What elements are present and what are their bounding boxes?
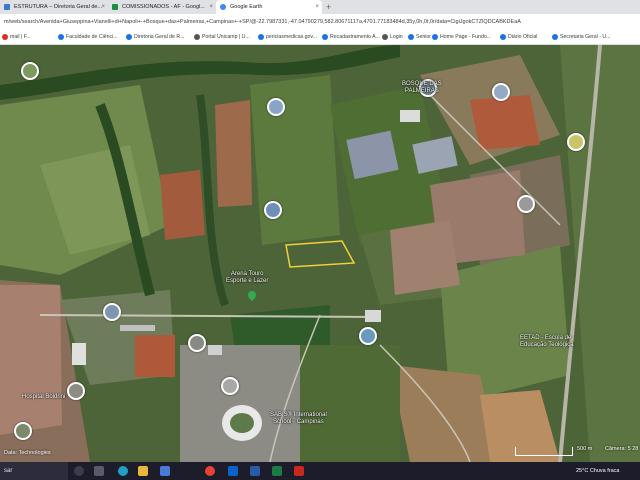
bookmark-label: Portal Unicamp | U... xyxy=(202,34,250,40)
bookmark-icon xyxy=(552,34,558,40)
bookmark-item[interactable]: Diário Oficial xyxy=(500,32,537,42)
word-icon[interactable] xyxy=(250,466,260,476)
task-view-icon[interactable] xyxy=(94,466,104,476)
outlook-icon[interactable] xyxy=(228,466,238,476)
photo-pin[interactable] xyxy=(567,133,585,151)
url-text[interactable]: m/web/search/Avenida+Giuseppina+Vianelli… xyxy=(4,16,521,28)
photo-pin[interactable] xyxy=(221,377,239,395)
label-hospital-boldrini[interactable]: Hospital Boldrini xyxy=(22,394,65,401)
photo-pin[interactable] xyxy=(67,382,85,400)
bookmark-label: Faculdade de Ciênci... xyxy=(66,34,118,40)
bookmark-item[interactable]: Home Page - Fundo... xyxy=(432,32,491,42)
label-eetad[interactable]: EETAD - Escola de Educação Teológica xyxy=(520,335,574,349)
bookmark-item[interactable]: Diretoria Geral de R... xyxy=(126,32,184,42)
satellite-imagery xyxy=(0,45,640,462)
bookmark-item[interactable]: periciasmedicas.gov... xyxy=(258,32,317,42)
address-bar[interactable]: m/web/search/Avenida+Giuseppina+Vianelli… xyxy=(0,14,640,31)
data-attribution: Data: Technologies xyxy=(4,450,51,456)
bookmark-icon xyxy=(126,34,132,40)
bookmark-icon xyxy=(408,34,414,40)
search-app-icon[interactable] xyxy=(74,466,84,476)
bookmark-item[interactable]: Faculdade de Ciênci... xyxy=(58,32,118,42)
photo-pin[interactable] xyxy=(517,195,535,213)
scale-label: 500 m xyxy=(577,446,593,452)
bookmark-item[interactable]: Login xyxy=(382,32,403,42)
bookmark-label: Secretaria Geral - U... xyxy=(560,34,611,40)
photo-pin[interactable] xyxy=(188,334,206,352)
label-arena-touro[interactable]: Arena Touro Esporte e Lazer xyxy=(226,271,268,285)
label-bosque-das-palmeiras: BOSQUE DAS PALMEIRAS xyxy=(402,81,442,94)
tab-label: ESTRUTURA -- Diretoria Geral de... xyxy=(14,4,103,10)
bookmark-icon xyxy=(194,34,200,40)
close-tab-icon[interactable]: × xyxy=(209,0,213,14)
bookmark-icon xyxy=(322,34,328,40)
tab-estrutura[interactable]: ESTRUTURA -- Diretoria Geral de... × xyxy=(0,0,108,14)
label-sabis-school[interactable]: SABIS® International School - Campinas xyxy=(270,412,327,426)
browser-tab-bar: ESTRUTURA -- Diretoria Geral de... × COM… xyxy=(0,0,640,14)
bookmark-icon xyxy=(258,34,264,40)
bookmark-label: Diretoria Geral de R... xyxy=(134,34,185,40)
bookmark-icon xyxy=(432,34,438,40)
tab-label: Google Earth xyxy=(230,4,263,10)
bookmarks-bar: mail | F... Faculdade de Ciênci... Diret… xyxy=(0,30,640,45)
bookmark-icon xyxy=(58,34,64,40)
bookmark-item[interactable]: Senior xyxy=(408,32,431,42)
bookmark-label: mail | F... xyxy=(10,34,31,40)
edge-icon[interactable] xyxy=(118,466,128,476)
close-tab-icon[interactable]: × xyxy=(101,0,105,14)
explorer-icon[interactable] xyxy=(138,466,148,476)
bookmark-item[interactable]: Portal Unicamp | U... xyxy=(194,32,250,42)
photo-pin[interactable] xyxy=(103,303,121,321)
bookmark-item[interactable]: mail | F... xyxy=(2,32,31,42)
chrome-icon[interactable] xyxy=(205,466,215,476)
sheets-favicon-icon xyxy=(112,4,118,10)
tab-favicon-icon xyxy=(4,4,10,10)
bookmark-item[interactable]: Secretaria Geral - U... xyxy=(552,32,610,42)
photo-pin[interactable] xyxy=(21,62,39,80)
photo-pin[interactable] xyxy=(14,422,32,440)
place-marker-icon[interactable] xyxy=(248,291,256,301)
pdf-icon[interactable] xyxy=(294,466,304,476)
bookmark-label: Diário Oficial xyxy=(508,34,538,40)
taskbar-search-box[interactable]: sar xyxy=(0,462,68,480)
bookmark-label: periciasmedicas.gov... xyxy=(266,34,317,40)
new-tab-button[interactable]: + xyxy=(326,0,331,14)
close-tab-icon[interactable]: × xyxy=(315,0,319,14)
tab-google-earth[interactable]: Google Earth × xyxy=(216,0,322,14)
bookmark-label: Home Page - Fundo... xyxy=(440,34,492,40)
store-icon[interactable] xyxy=(160,466,170,476)
photo-pin[interactable] xyxy=(264,201,282,219)
excel-icon[interactable] xyxy=(272,466,282,476)
bookmark-label: Senior xyxy=(416,34,431,40)
photo-pin[interactable] xyxy=(267,98,285,116)
bookmark-label: Recadastramento A... xyxy=(330,34,380,40)
camera-altitude: Câmera: 5 28 xyxy=(605,446,639,452)
photo-pin[interactable] xyxy=(359,327,377,345)
weather-widget[interactable]: 25°C Chuva fraca xyxy=(576,462,619,480)
bookmark-icon xyxy=(500,34,506,40)
tab-label: COMISSIONADOS - AF - Googl... xyxy=(122,4,205,10)
photo-pin[interactable] xyxy=(492,83,510,101)
bookmark-item[interactable]: Recadastramento A... xyxy=(322,32,380,42)
satellite-map[interactable]: BOSQUE DAS PALMEIRAS Arena Touro Esporte e… xyxy=(0,45,640,462)
gmail-icon xyxy=(2,34,8,40)
bookmark-icon xyxy=(382,34,388,40)
tab-comissionados[interactable]: COMISSIONADOS - AF - Googl... × xyxy=(108,0,216,14)
earth-favicon-icon xyxy=(220,4,226,10)
windows-taskbar: sar 25°C Chuva fraca xyxy=(0,462,640,480)
bookmark-label: Login xyxy=(390,34,403,40)
scale-bar xyxy=(515,447,573,456)
